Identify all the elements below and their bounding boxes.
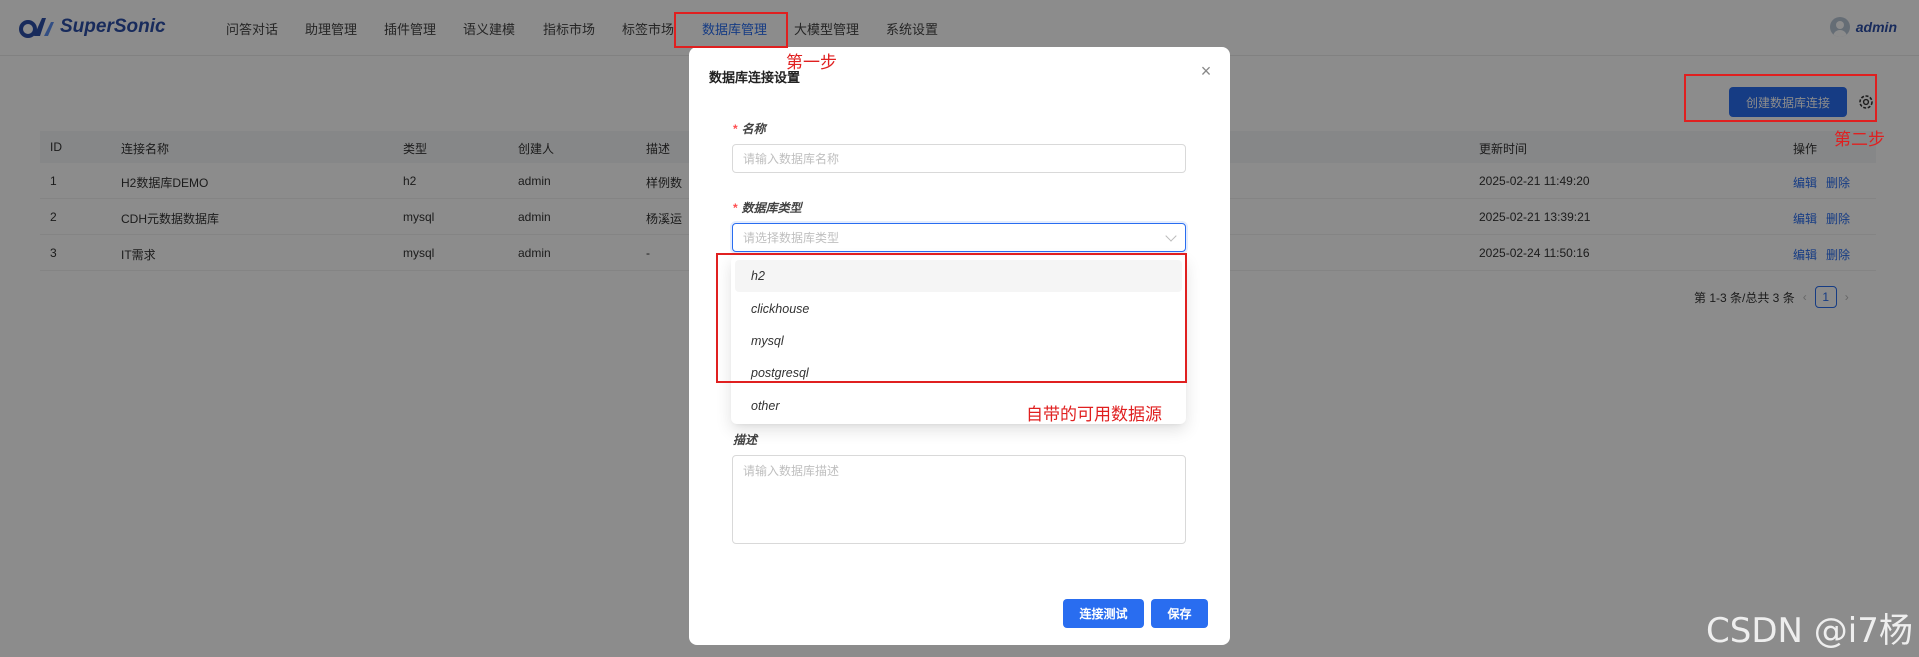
annotation-step1: 第一步 (786, 53, 837, 72)
desc-placeholder: 请输入数据库描述 (743, 464, 840, 478)
name-placeholder: 请输入数据库名称 (743, 152, 840, 166)
name-label: * 名称 (733, 120, 766, 137)
annotation-step2: 第二步 (1834, 130, 1885, 149)
test-connection-button[interactable]: 连接测试 (1063, 599, 1144, 628)
required-mark: * (733, 122, 738, 136)
chevron-down-icon (1165, 230, 1177, 242)
name-label-text: 名称 (741, 122, 766, 136)
annotation-box-step2 (1684, 74, 1877, 122)
close-icon[interactable]: × (1198, 62, 1214, 80)
annotation-box-builtin (716, 253, 1187, 383)
type-label: * 数据库类型 (733, 199, 802, 216)
database-type-select[interactable]: 请选择数据库类型 (732, 223, 1186, 252)
type-label-text: 数据库类型 (741, 201, 802, 215)
watermark: CSDN @i7杨 (1706, 611, 1913, 651)
desc-label: 描述 (733, 433, 758, 447)
annotation-builtin: 自带的可用数据源 (1026, 405, 1162, 424)
type-placeholder: 请选择数据库类型 (743, 231, 840, 245)
annotation-box-step1 (674, 12, 788, 48)
required-mark: * (733, 201, 738, 215)
save-button[interactable]: 保存 (1151, 599, 1208, 628)
description-textarea[interactable]: 请输入数据库描述 (732, 455, 1186, 544)
name-input[interactable]: 请输入数据库名称 (732, 144, 1186, 173)
